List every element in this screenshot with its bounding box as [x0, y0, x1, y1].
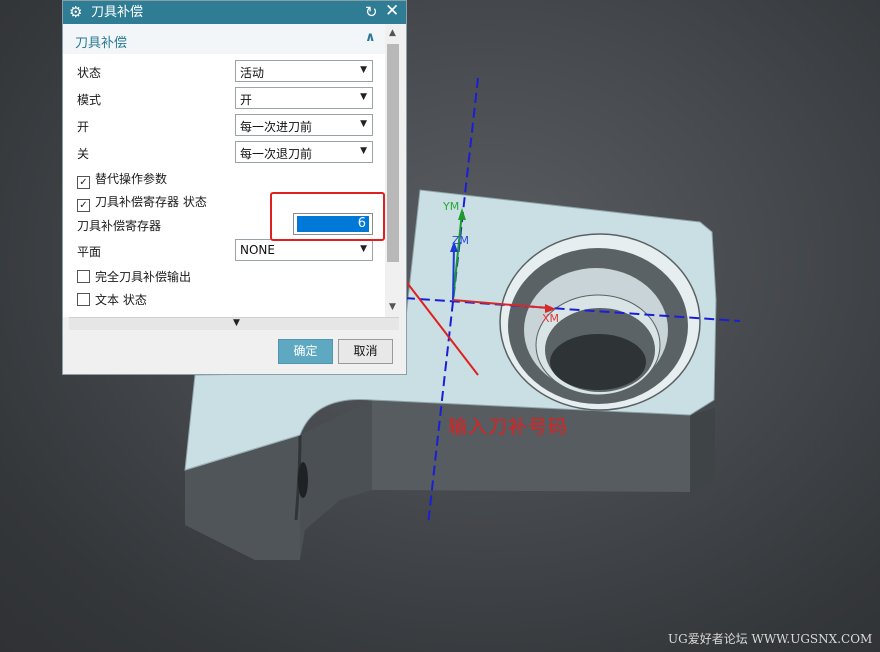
more-options-strip[interactable]: ▼: [69, 317, 399, 330]
dialog-title: 刀具补偿: [91, 5, 144, 20]
override-label: 替代操作参数: [95, 172, 168, 186]
register-status-checkbox[interactable]: ✓: [77, 199, 90, 212]
cancel-button[interactable]: 取消: [338, 339, 393, 364]
text-status-checkbox-row[interactable]: 文本 状态: [77, 291, 147, 308]
annotation-text: 输入刀补号码: [448, 416, 569, 438]
group-header[interactable]: 刀具补偿 ∧: [63, 24, 385, 54]
axis-label-xm: XM: [542, 312, 559, 325]
status-select[interactable]: 活动 ▼: [235, 60, 373, 82]
scroll-up-icon[interactable]: ▲: [389, 28, 396, 38]
tool-compensation-dialog: ⚙ 刀具补偿 ↻ ✕ 刀具补偿 ∧ 状态 活动 ▼ 模式 开 ▼ 开 每一次进刀…: [62, 0, 407, 375]
plane-value: NONE: [240, 243, 275, 257]
text-status-label: 文本 状态: [95, 293, 147, 307]
close-icon[interactable]: ✕: [385, 1, 399, 22]
scrollbar-thumb[interactable]: [387, 44, 399, 262]
mode-value: 开: [240, 93, 253, 107]
plane-label: 平面: [77, 245, 102, 259]
full-output-checkbox-row[interactable]: 完全刀具补偿输出: [77, 268, 191, 285]
dropdown-arrow-icon: ▼: [360, 92, 367, 102]
on-label: 开: [77, 120, 90, 134]
override-checkbox-row[interactable]: ✓ 替代操作参数: [77, 170, 167, 189]
annotation-highlight-box: [270, 192, 385, 241]
watermark: UG爱好者论坛 WWW.UGSNX.COM: [668, 632, 873, 646]
scroll-down-icon[interactable]: ▼: [389, 302, 396, 312]
text-status-checkbox[interactable]: [77, 293, 90, 306]
dropdown-arrow-icon: ▼: [360, 65, 367, 75]
status-label: 状态: [77, 66, 102, 80]
mode-label: 模式: [77, 93, 102, 107]
axis-label-ym: YM: [442, 200, 459, 213]
status-value: 活动: [240, 66, 265, 80]
full-output-checkbox[interactable]: [77, 270, 90, 283]
expand-more-icon[interactable]: ▼: [233, 318, 240, 328]
plane-select[interactable]: NONE ▼: [235, 239, 373, 261]
dropdown-arrow-icon: ▼: [360, 119, 367, 129]
dropdown-arrow-icon: ▼: [360, 244, 367, 254]
axis-label-zm: ZM: [452, 234, 469, 247]
gear-icon[interactable]: ⚙: [69, 3, 82, 22]
off-value: 每一次退刀前: [240, 147, 313, 161]
ok-button[interactable]: 确定: [278, 339, 333, 364]
group-title: 刀具补偿: [75, 36, 128, 51]
dialog-content: 刀具补偿 ∧ 状态 活动 ▼ 模式 开 ▼ 开 每一次进刀前 ▼ 关 每一次退刀…: [63, 24, 385, 317]
dialog-title-bar[interactable]: ⚙ 刀具补偿 ↻ ✕: [63, 1, 406, 24]
register-status-checkbox-row[interactable]: ✓ 刀具补偿寄存器 状态: [77, 193, 207, 212]
full-output-label: 完全刀具补偿输出: [95, 270, 192, 284]
reset-icon[interactable]: ↻: [365, 2, 378, 22]
collapse-caret-icon[interactable]: ∧: [365, 30, 376, 45]
on-select[interactable]: 每一次进刀前 ▼: [235, 114, 373, 136]
mode-select[interactable]: 开 ▼: [235, 87, 373, 109]
override-checkbox[interactable]: ✓: [77, 176, 90, 189]
on-value: 每一次进刀前: [240, 120, 313, 134]
off-label: 关: [77, 147, 90, 161]
off-select[interactable]: 每一次退刀前 ▼: [235, 141, 373, 163]
register-status-label: 刀具补偿寄存器 状态: [95, 195, 207, 209]
register-label: 刀具补偿寄存器: [77, 219, 162, 233]
dropdown-arrow-icon: ▼: [360, 146, 367, 156]
vertical-scrollbar[interactable]: ▲ ▼: [385, 24, 402, 317]
